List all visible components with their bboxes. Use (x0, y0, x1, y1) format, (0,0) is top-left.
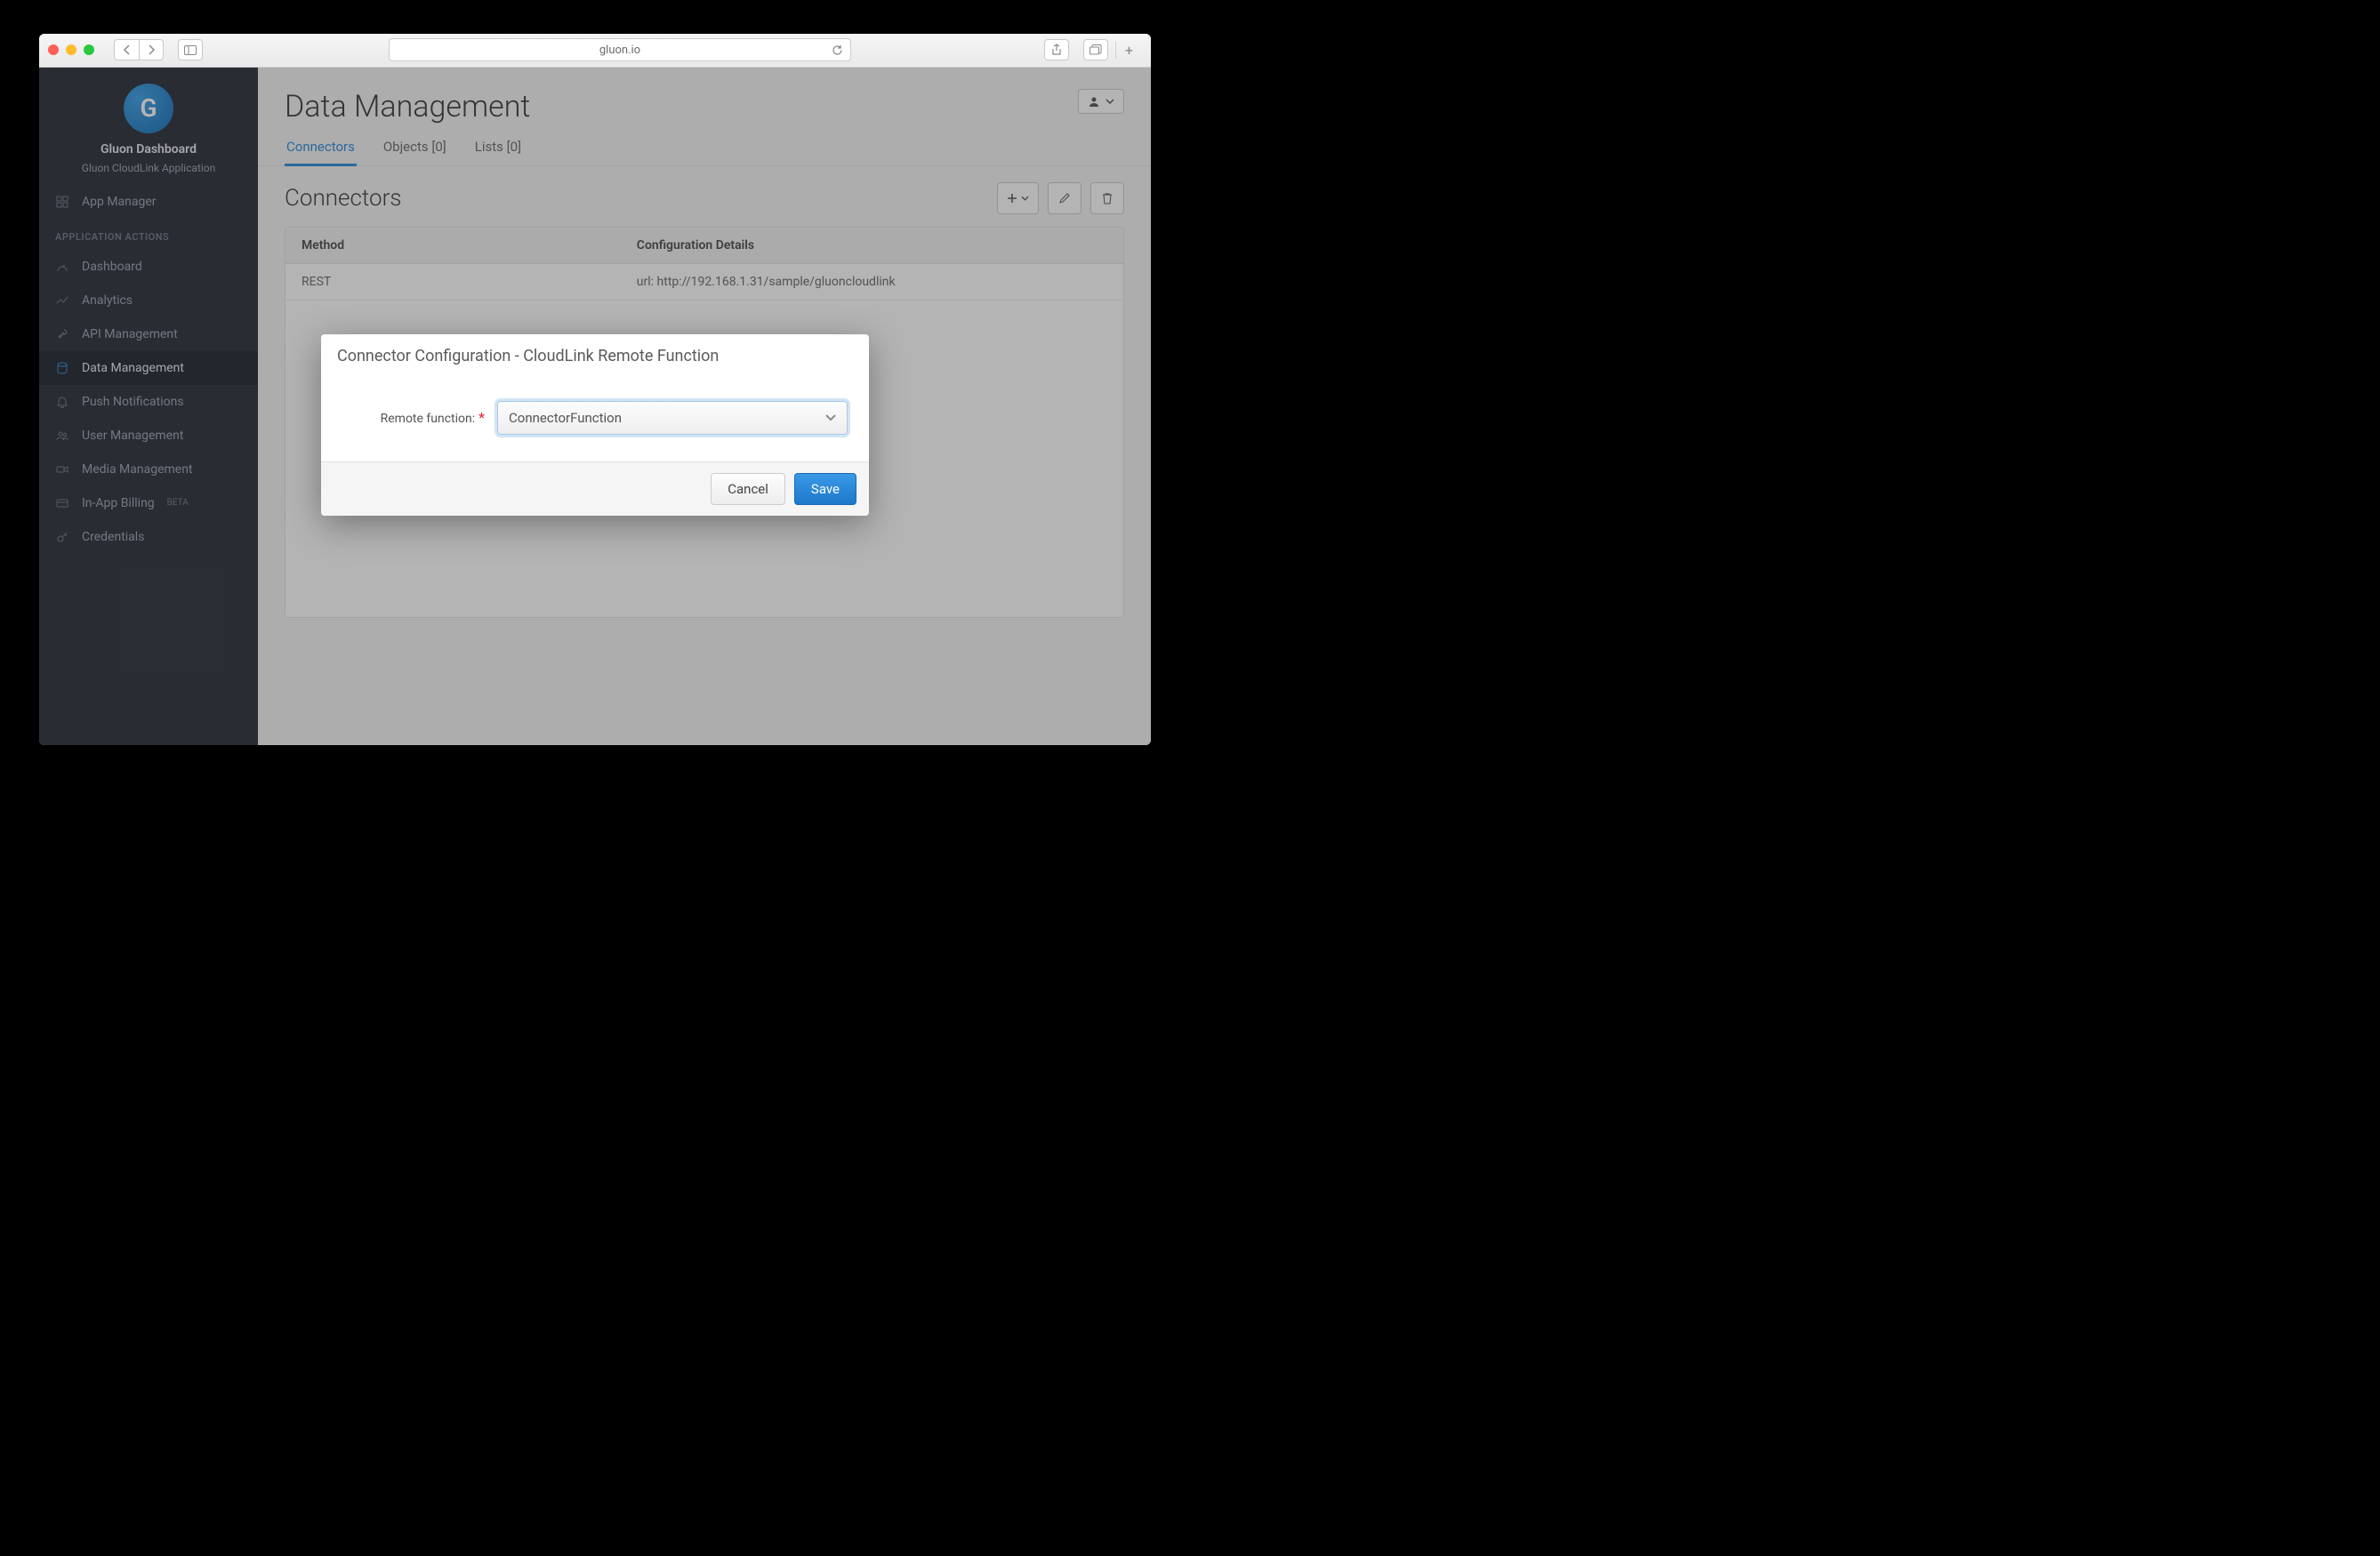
chevron-down-icon (824, 413, 837, 422)
connector-configuration-modal: Connector Configuration - CloudLink Remo… (321, 334, 869, 516)
titlebar-right: + (1037, 39, 1142, 60)
minimize-window-button[interactable] (66, 44, 76, 55)
remote-function-label: Remote function: (381, 412, 476, 426)
tabs-icon (1089, 44, 1102, 55)
remote-function-select[interactable]: ConnectorFunction (497, 401, 848, 435)
reload-button[interactable] (832, 44, 843, 56)
modal-overlay[interactable]: Connector Configuration - CloudLink Remo… (39, 68, 1151, 745)
forward-button[interactable] (139, 39, 164, 60)
modal-title: Connector Configuration - CloudLink Remo… (321, 334, 869, 378)
share-icon (1051, 44, 1062, 56)
window-controls (48, 44, 94, 55)
titlebar: gluon.io + (39, 34, 1151, 68)
maximize-window-button[interactable] (84, 44, 94, 55)
reload-icon (832, 44, 843, 56)
modal-body: Remote function: * ConnectorFunction (321, 378, 869, 461)
required-asterisk: * (478, 409, 485, 426)
close-window-button[interactable] (48, 44, 59, 55)
app-body: G Gluon Dashboard Gluon CloudLink Applic… (39, 68, 1151, 745)
cancel-button[interactable]: Cancel (711, 473, 785, 505)
url-bar[interactable]: gluon.io (389, 38, 851, 61)
sidebar-toggle-button[interactable] (178, 39, 203, 60)
browser-window: gluon.io + G Gluon Dashboard Gluon Cloud… (39, 34, 1151, 745)
chevron-left-icon (123, 44, 131, 55)
chevron-right-icon (148, 44, 156, 55)
back-button[interactable] (114, 39, 139, 60)
select-value: ConnectorFunction (497, 401, 848, 435)
sidebar-icon (184, 45, 197, 55)
tabs-button[interactable] (1083, 39, 1108, 60)
nav-back-forward (114, 39, 164, 60)
share-button[interactable] (1044, 39, 1069, 60)
new-tab-button[interactable]: + (1115, 42, 1142, 59)
modal-footer: Cancel Save (321, 461, 869, 516)
save-button[interactable]: Save (794, 473, 856, 505)
url-text: gluon.io (599, 44, 640, 57)
